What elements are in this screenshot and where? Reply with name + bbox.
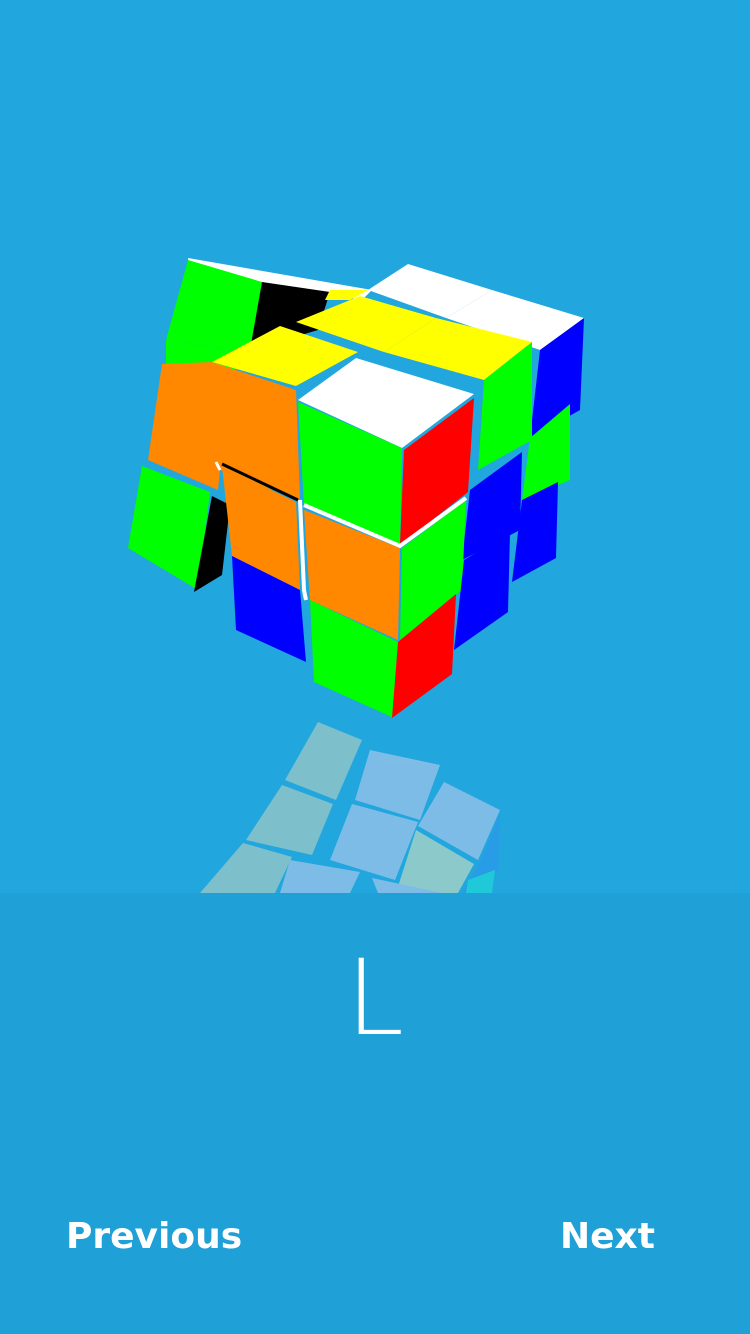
cube-3d-viewport[interactable] xyxy=(0,0,750,893)
next-button[interactable]: Next xyxy=(560,1212,655,1262)
previous-button[interactable]: Previous xyxy=(66,1212,242,1262)
rubiks-cube xyxy=(128,258,584,718)
cube-reflection xyxy=(200,722,500,893)
move-notation-label: L xyxy=(346,937,404,1059)
rubiks-cube-3d-icon xyxy=(128,258,584,893)
